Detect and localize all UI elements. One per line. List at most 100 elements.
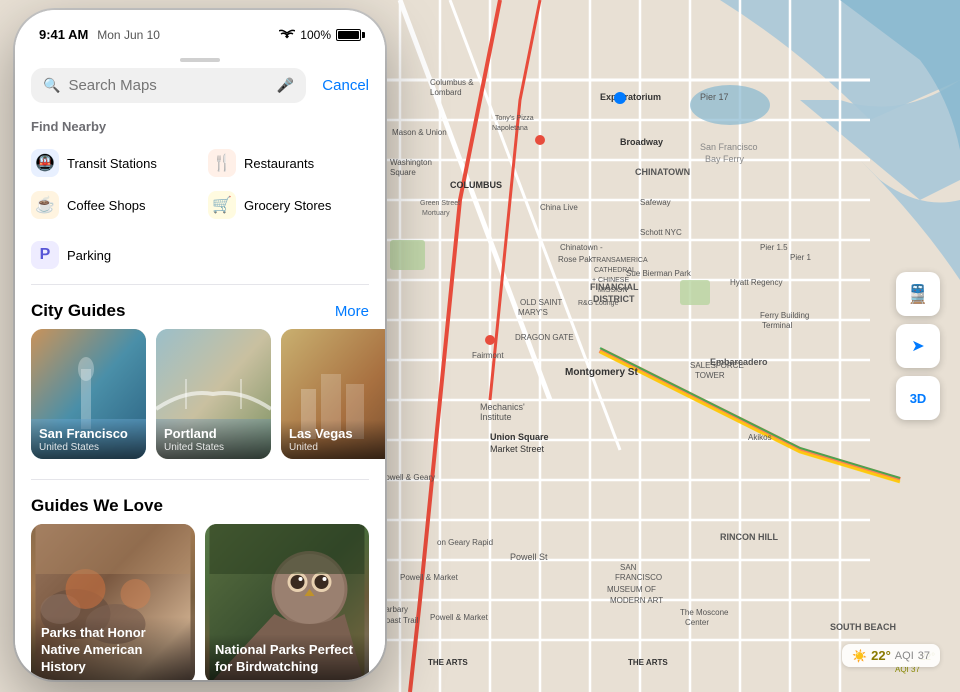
temperature: 22° <box>871 648 891 663</box>
svg-text:Broadway: Broadway <box>620 137 663 147</box>
lasvegas-card-name: Las Vegas <box>289 426 385 442</box>
find-nearby-label: Find Nearby <box>15 115 385 142</box>
panel-content[interactable]: 🔍 🎤 Cancel Find Nearby 🚇 Transit Station… <box>15 68 385 680</box>
nearby-item-grocery[interactable]: 🛒 Grocery Stores <box>200 184 377 226</box>
city-guides-header: City Guides More <box>15 289 385 329</box>
svg-text:Rose Pak: Rose Pak <box>558 255 594 264</box>
nearby-grid: 🚇 Transit Stations 🍴 Restaurants ☕ Coffe… <box>15 142 385 226</box>
parks-card-title: Parks that Honor Native American History <box>41 625 185 676</box>
svg-text:FRANCISCO: FRANCISCO <box>615 573 662 582</box>
svg-text:Square: Square <box>390 168 416 177</box>
guides-grid: Parks that Honor Native American History <box>15 524 385 680</box>
city-guides-scroll[interactable]: San Francisco United States <box>15 329 385 475</box>
grocery-icon: 🛒 <box>208 191 236 219</box>
divider-2 <box>31 479 369 480</box>
nearby-item-restaurants[interactable]: 🍴 Restaurants <box>200 142 377 184</box>
svg-text:+ CHINESE: + CHINESE <box>592 277 629 284</box>
svg-text:THE ARTS: THE ARTS <box>428 658 468 667</box>
svg-text:Hyatt Regency: Hyatt Regency <box>730 278 782 287</box>
svg-text:Mortuary: Mortuary <box>422 210 450 217</box>
pull-handle[interactable] <box>180 58 220 62</box>
cancel-button[interactable]: Cancel <box>314 77 369 94</box>
transit-control-button[interactable]: 🚆 <box>896 272 940 316</box>
battery-icon <box>336 29 361 41</box>
svg-text:Schott NYC: Schott NYC <box>640 228 682 237</box>
guide-card-birds[interactable]: National Parks Perfect for Birdwatching <box>205 524 369 680</box>
svg-text:Columbus &: Columbus & <box>430 78 474 87</box>
parking-label: Parking <box>67 248 111 263</box>
search-input[interactable] <box>68 77 268 94</box>
svg-text:Bay Ferry: Bay Ferry <box>705 154 745 164</box>
aqi-label: AQI <box>895 650 914 662</box>
svg-text:CHINATOWN: CHINATOWN <box>635 167 690 177</box>
svg-text:Center: Center <box>685 618 709 627</box>
lasvegas-card-country: United <box>289 442 385 453</box>
svg-text:SALESFORCE: SALESFORCE <box>690 361 744 370</box>
svg-text:Fairmont: Fairmont <box>472 351 504 360</box>
svg-text:Green Street: Green Street <box>420 200 460 207</box>
svg-text:CATHEDRAL: CATHEDRAL <box>594 267 636 274</box>
status-bar: 9:41 AM Mon Jun 10 100% <box>15 10 385 54</box>
svg-text:Powell & Geary: Powell & Geary <box>380 473 435 482</box>
3d-control-button[interactable]: 3D <box>896 376 940 420</box>
portland-card-name: Portland <box>164 426 263 442</box>
svg-text:Lombard: Lombard <box>430 88 462 97</box>
svg-text:MISSION: MISSION <box>598 287 628 294</box>
city-guides-more[interactable]: More <box>335 303 369 320</box>
svg-text:MODERN ART: MODERN ART <box>610 596 663 605</box>
svg-text:OLD SAINT: OLD SAINT <box>520 298 562 307</box>
svg-text:Montgomery St: Montgomery St <box>565 367 638 378</box>
svg-text:Terminal: Terminal <box>762 321 792 330</box>
mic-icon[interactable]: 🎤 <box>277 77 294 94</box>
svg-text:Tony's Pizza: Tony's Pizza <box>495 115 534 122</box>
svg-text:Market Street: Market Street <box>490 444 545 454</box>
status-time: 9:41 AM Mon Jun 10 <box>39 26 160 44</box>
transit-control-icon: 🚆 <box>907 284 929 305</box>
svg-text:Union Square: Union Square <box>490 432 549 442</box>
svg-text:China Live: China Live <box>540 203 578 212</box>
svg-text:Powell & Market: Powell & Market <box>430 613 489 622</box>
svg-text:Ferry Building: Ferry Building <box>760 311 809 320</box>
guide-card-parks[interactable]: Parks that Honor Native American History <box>31 524 195 680</box>
guides-we-love-header: Guides We Love <box>15 484 385 524</box>
svg-text:Akikos: Akikos <box>748 433 772 442</box>
svg-text:DRAGON GATE: DRAGON GATE <box>515 333 574 342</box>
svg-text:Powell & Market: Powell & Market <box>400 573 459 582</box>
svg-text:R&G Lounge: R&G Lounge <box>578 300 619 307</box>
svg-text:Coast Trail: Coast Trail <box>380 616 418 625</box>
svg-text:Institute: Institute <box>480 412 512 422</box>
location-control-button[interactable]: ➤ <box>896 324 940 368</box>
svg-text:Pier 1.5: Pier 1.5 <box>760 243 788 252</box>
transit-icon: 🚇 <box>31 149 59 177</box>
svg-text:RINCON HILL: RINCON HILL <box>720 532 778 542</box>
divider-1 <box>31 284 369 285</box>
birds-card-overlay: National Parks Perfect for Birdwatching <box>205 634 369 680</box>
svg-text:MUSEUM OF: MUSEUM OF <box>607 585 656 594</box>
grocery-label: Grocery Stores <box>244 198 331 213</box>
restaurants-label: Restaurants <box>244 156 314 171</box>
guides-we-love-title: Guides We Love <box>31 496 163 516</box>
parking-icon: P <box>31 241 59 269</box>
svg-text:TRANSAMERICA: TRANSAMERICA <box>592 257 648 264</box>
svg-text:MARY'S: MARY'S <box>518 308 548 317</box>
battery-percent: 100% <box>300 28 331 42</box>
svg-text:Washington: Washington <box>390 158 432 167</box>
city-card-portland[interactable]: Portland United States <box>156 329 271 459</box>
nearby-item-transit[interactable]: 🚇 Transit Stations <box>23 142 200 184</box>
city-card-sf[interactable]: San Francisco United States <box>31 329 146 459</box>
nearby-item-parking[interactable]: P Parking <box>23 234 119 276</box>
svg-text:Safeway: Safeway <box>640 198 671 207</box>
weather-widget: ☀️ 22° AQI 37 <box>842 644 940 667</box>
svg-text:COLUMBUS: COLUMBUS <box>450 180 502 190</box>
lasvegas-card-overlay: Las Vegas United <box>281 420 385 459</box>
sf-card-name: San Francisco <box>39 426 138 442</box>
sf-card-country: United States <box>39 442 138 453</box>
svg-text:SOUTH BEACH: SOUTH BEACH <box>830 622 896 632</box>
city-card-lasvegas[interactable]: Las Vegas United <box>281 329 385 459</box>
birds-card-title: National Parks Perfect for Birdwatching <box>215 642 359 676</box>
search-field[interactable]: 🔍 🎤 <box>31 68 306 103</box>
nearby-item-coffee[interactable]: ☕ Coffee Shops <box>23 184 200 226</box>
svg-text:on Geary Rapid: on Geary Rapid <box>437 538 493 547</box>
svg-text:Chinatown -: Chinatown - <box>560 243 603 252</box>
portland-card-country: United States <box>164 442 263 453</box>
